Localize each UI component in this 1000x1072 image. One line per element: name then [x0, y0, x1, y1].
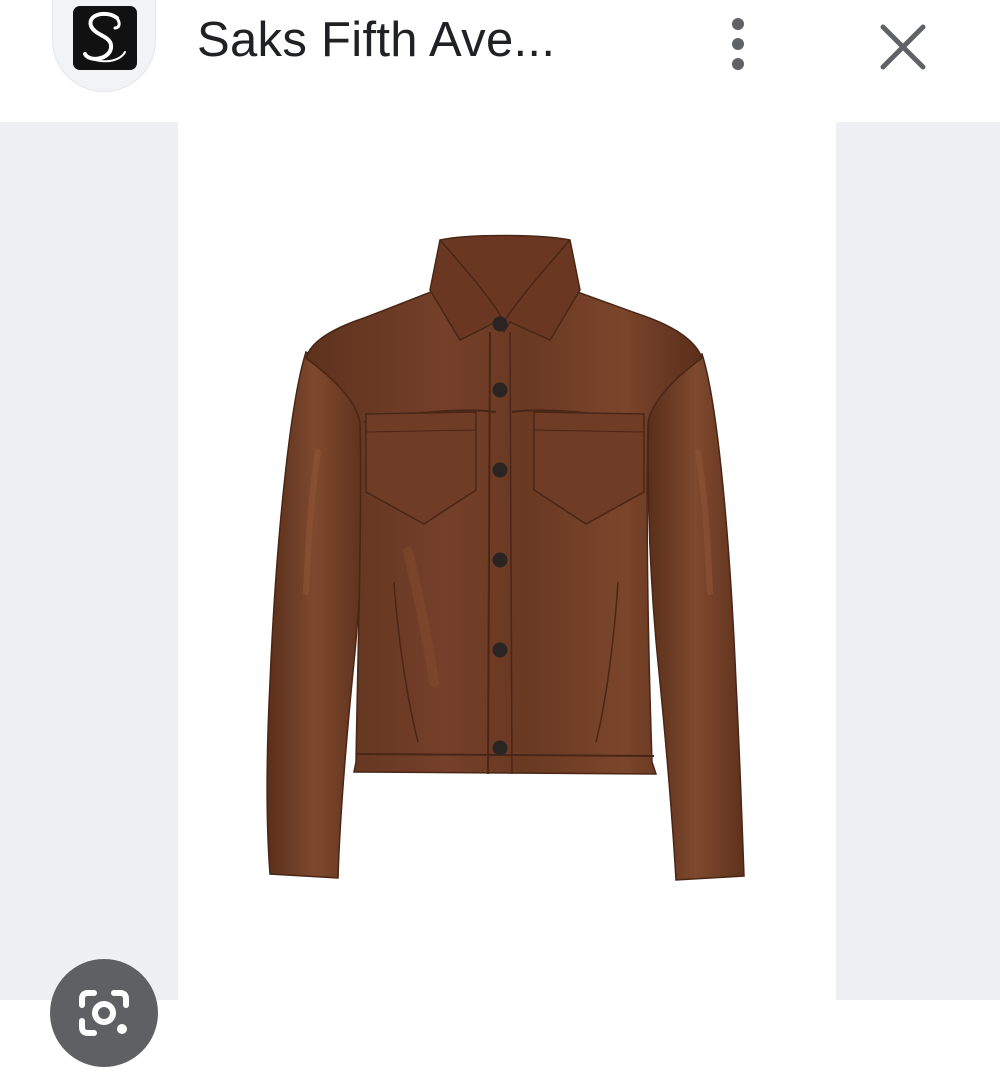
product-image[interactable] [178, 122, 836, 1000]
lens-search-button[interactable] [50, 959, 158, 1067]
site-title: Saks Fifth Ave... [197, 13, 556, 67]
more-options-button[interactable] [714, 14, 762, 78]
more-vertical-icon [732, 18, 744, 70]
close-icon [880, 24, 926, 70]
google-lens-icon [79, 990, 129, 1036]
close-button[interactable] [872, 16, 934, 78]
leather-jacket-illustration [266, 234, 745, 881]
image-viewer [0, 122, 1000, 1067]
saks-logo-icon [73, 6, 137, 70]
site-favicon [52, 0, 156, 92]
viewer-header: Saks Fifth Ave... [0, 0, 1000, 122]
